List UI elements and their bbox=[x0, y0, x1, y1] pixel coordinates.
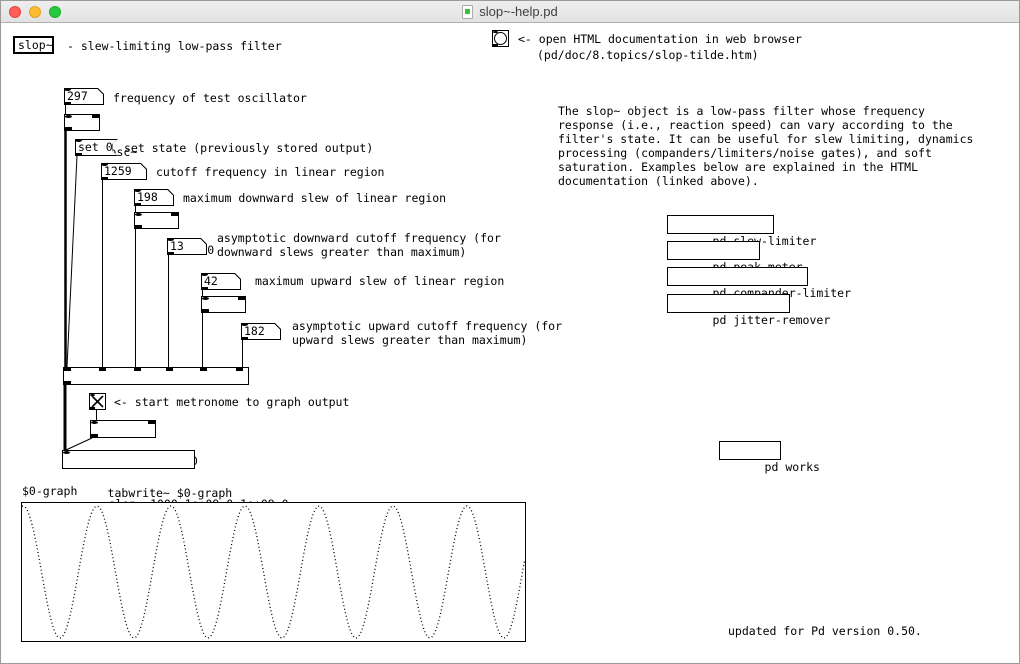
number-value: 13 bbox=[170, 239, 184, 253]
frequency-number-box[interactable]: 297 bbox=[64, 88, 104, 105]
description-comment: The slop~ object is a low-pass filter wh… bbox=[558, 104, 973, 188]
document-icon bbox=[462, 5, 473, 19]
cutoff-number-box[interactable]: 1259 bbox=[101, 163, 147, 180]
open-docs-comment: <- open HTML documentation in web browse… bbox=[518, 32, 802, 46]
tabwrite-object[interactable]: tabwrite~ $0-graph bbox=[62, 450, 195, 469]
waveform-graph bbox=[21, 502, 526, 642]
docs-path-comment: (pd/doc/8.topics/slop-tilde.htm) bbox=[537, 48, 759, 62]
up-slew-number-box[interactable]: 42 bbox=[201, 273, 241, 290]
object-text: pd works bbox=[765, 460, 820, 474]
subpatch-compander-limiter[interactable]: pd compander-limiter bbox=[667, 267, 808, 286]
pd-window: slop~-help.pd slop~ - slew-limiting low-… bbox=[0, 0, 1020, 664]
number-value: 1259 bbox=[104, 164, 132, 178]
divide-100-object-a[interactable]: / 100 bbox=[134, 212, 179, 229]
set-message-box[interactable]: set 0 bbox=[75, 139, 118, 156]
metro-object[interactable]: metro 500 bbox=[90, 420, 156, 438]
close-button[interactable] bbox=[9, 6, 21, 18]
subpatch-peak-meter[interactable]: pd peak-meter bbox=[667, 241, 760, 260]
graph-label: $0-graph bbox=[22, 484, 77, 498]
title-comment: - slew-limiting low-pass filter bbox=[67, 39, 282, 53]
number-value: 42 bbox=[204, 274, 218, 288]
metro-hint-comment: <- start metronome to graph output bbox=[114, 395, 349, 409]
patch-canvas[interactable]: slop~ - slew-limiting low-pass filter <-… bbox=[1, 23, 1019, 663]
subpatch-jitter-remover[interactable]: pd jitter-remover bbox=[667, 294, 790, 313]
traffic-lights bbox=[9, 1, 61, 23]
set-state-comment: set state (previously stored output) bbox=[124, 141, 373, 155]
up-slew-comment: maximum upward slew of linear region bbox=[255, 274, 504, 288]
up-asym-number-box[interactable]: 182 bbox=[241, 323, 281, 340]
up-asym-comment: asymptotic upward cutoff frequency (for … bbox=[292, 319, 562, 347]
object-text: tabwrite~ $0-graph bbox=[108, 486, 233, 500]
sine-waveform bbox=[22, 506, 524, 638]
message-text: set 0 bbox=[78, 140, 113, 154]
zoom-button[interactable] bbox=[49, 6, 61, 18]
subpatch-slew-limiter[interactable]: pd slew-limiter bbox=[667, 215, 774, 234]
waveform-plot bbox=[22, 503, 525, 641]
down-asym-comment: asymptotic downward cutoff frequency (fo… bbox=[217, 231, 501, 259]
updated-comment: updated for Pd version 0.50. bbox=[728, 624, 922, 638]
subpatch-works[interactable]: pd works bbox=[719, 441, 781, 460]
minimize-button[interactable] bbox=[29, 6, 41, 18]
object-text: slop~ bbox=[18, 38, 53, 52]
number-value: 182 bbox=[244, 324, 265, 338]
down-slew-comment: maximum downward slew of linear region bbox=[183, 191, 446, 205]
divide-100-object-b[interactable]: / 100 bbox=[201, 296, 246, 313]
down-asym-number-box[interactable]: 13 bbox=[167, 238, 207, 255]
number-value: 198 bbox=[137, 190, 158, 204]
frequency-comment: frequency of test oscillator bbox=[113, 91, 307, 105]
slop-object[interactable]: slop~ 1000 1e+09 0 1e+09 0 bbox=[63, 367, 249, 385]
window-title: slop~-help.pd bbox=[479, 4, 557, 19]
object-text: pd jitter-remover bbox=[713, 313, 831, 327]
osc-object[interactable]: osc~ bbox=[64, 114, 100, 131]
down-slew-number-box[interactable]: 198 bbox=[134, 189, 174, 206]
cutoff-comment: cutoff frequency in linear region bbox=[156, 165, 384, 179]
slop-title-object[interactable]: slop~ bbox=[13, 36, 54, 54]
metronome-toggle[interactable] bbox=[89, 393, 106, 410]
titlebar[interactable]: slop~-help.pd bbox=[1, 1, 1019, 23]
number-value: 297 bbox=[67, 89, 88, 103]
open-docs-bang[interactable] bbox=[492, 30, 509, 47]
